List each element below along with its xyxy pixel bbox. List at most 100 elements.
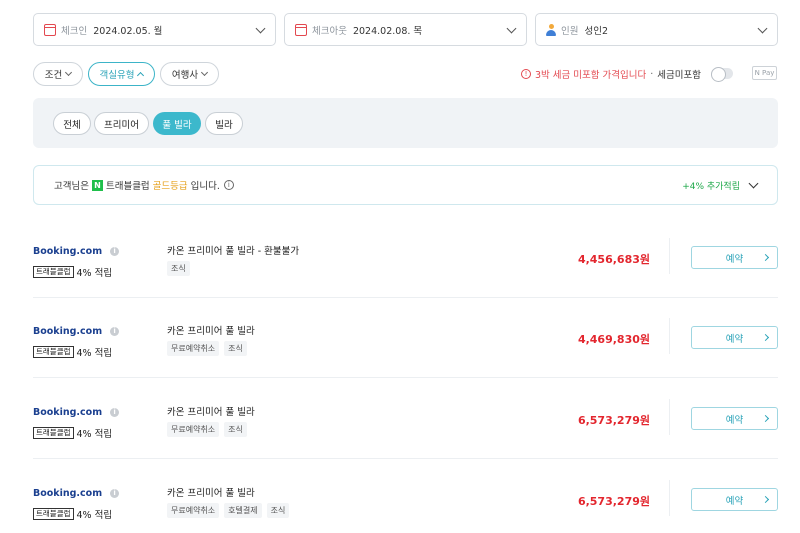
checkin-value: 2024.02.05. 월 xyxy=(93,25,163,37)
price: 6,573,279원 xyxy=(577,414,650,427)
book-button[interactable]: 예약 xyxy=(691,407,778,430)
club-tag: 트래블클럽 xyxy=(33,427,74,439)
chevron-down-icon xyxy=(506,23,517,34)
tax-warning-text: 3박 세금 미포함 가격입니다 xyxy=(535,70,647,81)
checkout-field[interactable]: 체크아웃 2024.02.08. 목 xyxy=(284,13,527,46)
chip-pool-villa[interactable]: 풀 빌라 xyxy=(153,112,201,135)
checkout-label: 체크아웃 xyxy=(312,25,347,37)
room-tags: 무료예약취소 호텔결제 조식 xyxy=(167,503,294,518)
book-label: 예약 xyxy=(725,414,744,426)
divider xyxy=(669,399,670,435)
club-reward[interactable]: +4% 추가적립 xyxy=(682,178,759,192)
club-reward: 트래블클럽 4% 적립 xyxy=(33,507,112,521)
club-suffix: 입니다. xyxy=(190,181,220,192)
chevron-down-icon xyxy=(65,68,73,77)
chevron-down-icon xyxy=(757,23,768,34)
book-button[interactable]: 예약 xyxy=(691,326,778,349)
travel-club-banner[interactable]: 고객님은 N 트래블클럽 골드등급 입니다. i +4% 추가적립 xyxy=(33,165,778,205)
price: 6,573,279원 xyxy=(577,495,650,508)
room-tag: 조식 xyxy=(266,503,290,518)
room-tag: 조식 xyxy=(224,341,247,356)
tax-toggle-label: 세금미포함 xyxy=(657,70,701,81)
chip-villa[interactable]: 빌라 xyxy=(205,112,243,135)
naver-n-icon: N xyxy=(91,179,103,191)
chevron-right-icon xyxy=(761,414,770,423)
separator: · xyxy=(650,68,654,80)
chevron-down-icon xyxy=(748,178,759,188)
club-reward: 트래블클럽 4% 적립 xyxy=(33,265,112,279)
book-label: 예약 xyxy=(725,495,744,507)
offer-row: Booking.com i 트래블클럽 4% 적립 카온 프리미어 풀 빌라 무료예… xyxy=(33,460,778,533)
room-tags: 무료예약취소 조식 xyxy=(167,422,252,437)
chevron-right-icon xyxy=(761,495,770,504)
price: 4,456,683원 xyxy=(577,253,650,266)
agency-label: 여행사 xyxy=(171,70,199,81)
chip-label: 전체 xyxy=(63,119,81,131)
conditions-label: 조건 xyxy=(44,70,63,81)
room-tags: 무료예약취소 조식 xyxy=(167,341,252,356)
tax-toggle[interactable] xyxy=(711,67,733,82)
chevron-down-icon xyxy=(201,68,209,77)
room-name: 카온 프리미어 풀 빌라 xyxy=(167,488,255,499)
reward-text: 4% 적립 xyxy=(76,268,113,279)
agency-filter-button[interactable]: 여행사 xyxy=(160,62,219,86)
offer-row: Booking.com i 트래블클럽 4% 적립 카온 프리미어 풀 빌라 무료예… xyxy=(33,379,778,459)
npay-toggle[interactable]: N Pay xyxy=(752,66,777,80)
info-icon[interactable]: i xyxy=(110,489,120,498)
info-icon[interactable]: i xyxy=(223,180,234,190)
row-divider xyxy=(33,458,778,459)
row-divider xyxy=(33,377,778,378)
chevron-right-icon xyxy=(761,333,770,342)
provider-brand: Booking.com i xyxy=(33,246,120,257)
offer-row: Booking.com i 트래블클럽 4% 적립 카온 프리미어 풀 빌라 - 환… xyxy=(33,218,778,298)
club-reward: 트래블클럽 4% 적립 xyxy=(33,345,112,359)
room-name: 카온 프리미어 풀 빌라 - 환불불가 xyxy=(167,246,300,257)
room-tag: 호텔결제 xyxy=(224,503,262,518)
info-icon[interactable]: i xyxy=(110,327,120,336)
room-type-filter-button[interactable]: 객실유형 xyxy=(88,62,155,86)
club-reward-text: +4% 추가적립 xyxy=(682,181,740,192)
brand-name: Booking.com xyxy=(33,326,103,337)
provider-brand: Booking.com i xyxy=(33,407,120,418)
chip-label: 풀 빌라 xyxy=(162,119,192,131)
club-status: 고객님은 N 트래블클럽 골드등급 입니다. i xyxy=(54,178,234,192)
room-tags: 조식 xyxy=(167,261,195,276)
chip-all[interactable]: 전체 xyxy=(53,112,91,135)
provider-brand: Booking.com i xyxy=(33,488,120,499)
room-name: 카온 프리미어 풀 빌라 xyxy=(167,407,255,418)
chevron-up-icon xyxy=(137,71,145,80)
tax-notice: ! 3박 세금 미포함 가격입니다 · 세금미포함 xyxy=(521,67,701,81)
reward-text: 4% 적립 xyxy=(76,348,113,359)
chip-label: 빌라 xyxy=(215,119,233,131)
guests-label: 인원 xyxy=(561,25,579,37)
divider xyxy=(669,318,670,354)
conditions-filter-button[interactable]: 조건 xyxy=(33,62,83,86)
checkout-value: 2024.02.08. 목 xyxy=(352,25,423,37)
room-tag: 무료예약취소 xyxy=(167,422,220,437)
club-reward: 트래블클럽 4% 적립 xyxy=(33,426,112,440)
club-name: 트래블클럽 xyxy=(105,181,150,192)
book-button[interactable]: 예약 xyxy=(691,488,778,511)
info-icon[interactable]: i xyxy=(110,247,120,256)
divider xyxy=(669,238,670,274)
calendar-icon xyxy=(295,23,307,36)
guests-value: 성인2 xyxy=(584,25,609,37)
brand-name: Booking.com xyxy=(33,246,103,257)
person-icon xyxy=(546,23,556,36)
chevron-right-icon xyxy=(761,253,770,262)
provider-brand: Booking.com i xyxy=(33,326,120,337)
book-label: 예약 xyxy=(725,333,744,345)
club-tag: 트래블클럽 xyxy=(33,266,74,278)
info-icon[interactable]: i xyxy=(110,408,120,417)
book-button[interactable]: 예약 xyxy=(691,246,778,269)
club-prefix: 고객님은 xyxy=(54,181,89,192)
checkin-field[interactable]: 체크인 2024.02.05. 월 xyxy=(33,13,276,46)
calendar-icon xyxy=(44,23,56,36)
price: 4,469,830원 xyxy=(577,333,650,346)
npay-label: N Pay xyxy=(754,69,775,77)
chip-premier[interactable]: 프리미어 xyxy=(94,112,149,135)
reward-text: 4% 적립 xyxy=(76,429,113,440)
checkin-label: 체크인 xyxy=(61,25,88,37)
guests-field[interactable]: 인원 성인2 xyxy=(535,13,778,46)
reward-text: 4% 적립 xyxy=(76,510,113,521)
